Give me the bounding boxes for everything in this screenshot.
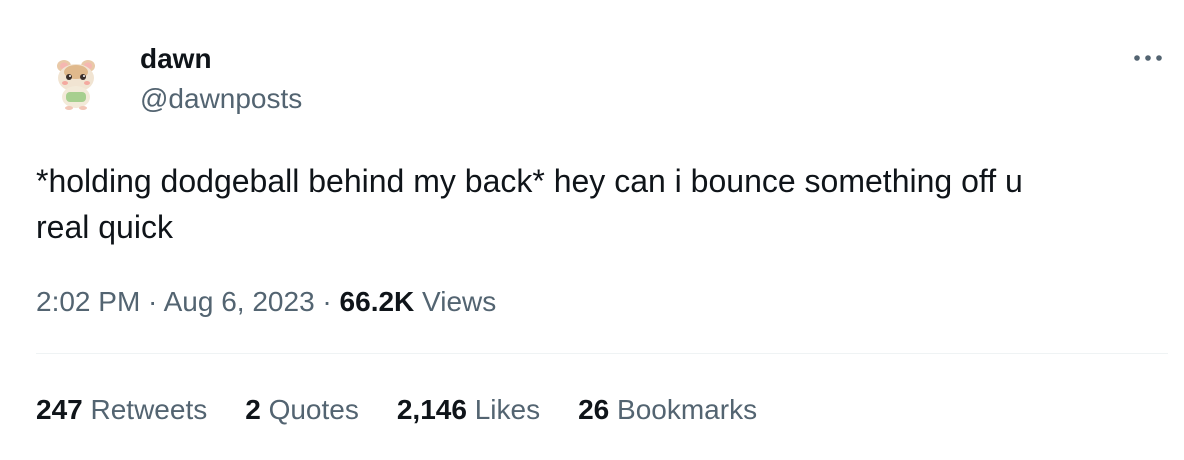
tweet-card: dawn @dawnposts *holding dodgeball behin…: [0, 0, 1184, 460]
likes-label: Likes: [474, 394, 541, 425]
bookmarks-count: 26: [578, 394, 610, 425]
bookmarks-label: Bookmarks: [617, 394, 758, 425]
views-count: 66.2K: [339, 286, 415, 317]
avatar-image: [36, 42, 116, 122]
author-display-name[interactable]: dawn: [140, 42, 212, 76]
tweet-meta: 2:02 PM · Aug 6, 2023 · 66.2K Views: [36, 284, 496, 320]
more-dots-graphic: [1134, 55, 1162, 61]
author-handle[interactable]: @dawnposts: [140, 82, 302, 116]
hamster-avatar-icon[interactable]: [36, 42, 116, 122]
quotes-label: Quotes: [268, 394, 359, 425]
meta-separator: ·: [314, 286, 340, 317]
retweets-count: 247: [36, 394, 83, 425]
tweet-date[interactable]: Aug 6, 2023: [164, 286, 315, 317]
quotes-count: 2: [245, 394, 261, 425]
likes-stat[interactable]: 2,146 Likes: [397, 392, 540, 428]
retweets-stat[interactable]: 247 Retweets: [36, 392, 207, 428]
views-label: Views: [422, 286, 497, 317]
meta-separator: ·: [140, 286, 164, 317]
tweet-text: *holding dodgeball behind my back* hey c…: [36, 163, 1023, 245]
more-horizontal-icon[interactable]: [1128, 44, 1168, 72]
bookmarks-stat[interactable]: 26 Bookmarks: [578, 392, 757, 428]
divider: [36, 353, 1168, 354]
quotes-stat[interactable]: 2 Quotes: [245, 392, 359, 428]
retweets-label: Retweets: [90, 394, 208, 425]
tweet-time[interactable]: 2:02 PM: [36, 286, 140, 317]
engagement-stats: 247 Retweets 2 Quotes 2,146 Likes 26 Bookma…: [36, 392, 795, 428]
likes-count: 2,146: [396, 394, 467, 425]
